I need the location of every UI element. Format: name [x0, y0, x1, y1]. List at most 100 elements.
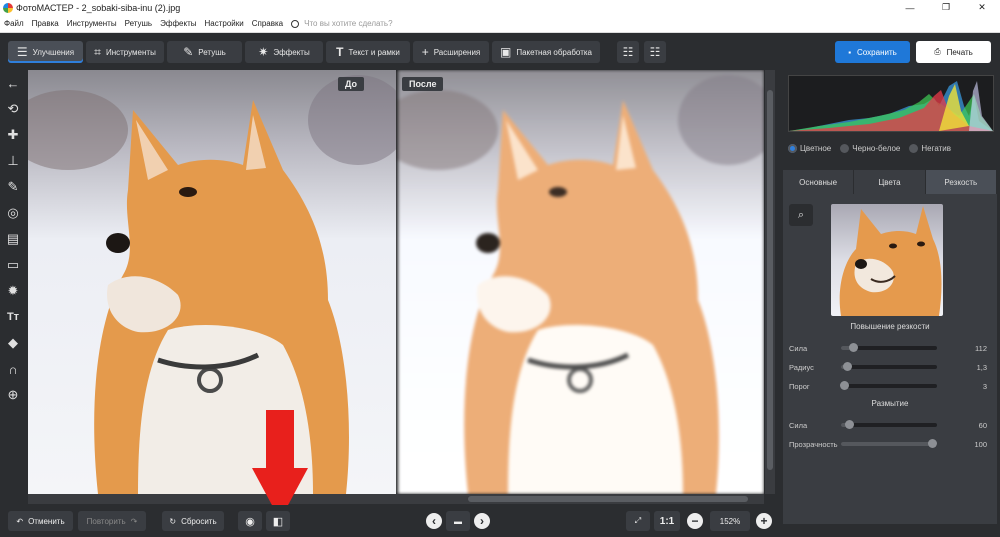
- fill-icon[interactable]: ◆: [0, 330, 26, 356]
- zoom-level[interactable]: 152%: [710, 511, 750, 531]
- reset-label: Сбросить: [181, 516, 217, 526]
- presets-remove-button[interactable]: ☷: [644, 41, 666, 63]
- bottom-bar: ↶ Отменить Повторить ↷ ↻ Сбросить ◉ ◧ ‹ …: [0, 505, 780, 537]
- tab-retouch[interactable]: ✎ Ретушь: [167, 41, 242, 63]
- mode-color[interactable]: Цветное: [788, 144, 831, 153]
- rotate-icon[interactable]: ⟲: [0, 96, 26, 122]
- back-arrow-icon[interactable]: ←: [0, 70, 26, 96]
- tab-colors[interactable]: Цвета: [854, 170, 926, 194]
- presets-add-button[interactable]: ☷: [617, 41, 639, 63]
- print-icon: ⎙: [934, 47, 941, 56]
- actual-size-button[interactable]: 1:1: [654, 511, 680, 531]
- globe-icon[interactable]: ⊕: [0, 382, 26, 408]
- reset-button[interactable]: ↻ Сбросить: [162, 511, 224, 531]
- tab-effects-label: Эффекты: [273, 47, 310, 57]
- sharpness-preview-thumbnail: [831, 204, 943, 316]
- slider-sharpen-radius[interactable]: Радиус 1,3: [789, 361, 993, 373]
- tab-effects[interactable]: ✷ Эффекты: [245, 41, 323, 63]
- slider-track[interactable]: [839, 381, 937, 390]
- save-button[interactable]: ▪ Сохранить: [835, 41, 910, 63]
- photo-canvas[interactable]: До После: [28, 70, 764, 494]
- undo-button[interactable]: ↶ Отменить: [8, 511, 73, 531]
- slider-track[interactable]: [841, 439, 938, 448]
- slider-blur-strength[interactable]: Сила 60: [789, 419, 993, 431]
- preview-toggle-button[interactable]: ⌕: [789, 204, 813, 226]
- healing-icon[interactable]: ✚: [0, 122, 26, 148]
- vertical-scrollbar[interactable]: [765, 70, 775, 494]
- compare-before-after-button[interactable]: ◧: [266, 511, 290, 531]
- menu-retouch[interactable]: Ретушь: [121, 19, 157, 28]
- main-toolbar: ☰ Улучшения ⌗ Инструменты ✎ Ретушь ✷ Эфф…: [0, 33, 1000, 70]
- previous-image-button[interactable]: ‹: [426, 513, 442, 529]
- menu-file[interactable]: Файл: [0, 19, 28, 28]
- histogram-graph: [789, 81, 993, 131]
- redo-button[interactable]: Повторить ↷: [78, 511, 146, 531]
- print-button[interactable]: ⎙ Печать: [916, 41, 991, 63]
- text-icon: T: [336, 45, 344, 59]
- slider-track[interactable]: [841, 420, 937, 429]
- slider-knob[interactable]: [844, 420, 854, 429]
- tab-basic[interactable]: Основные: [783, 170, 855, 194]
- slider-knob[interactable]: [842, 362, 852, 371]
- tab-enhancements[interactable]: ☰ Улучшения: [8, 41, 83, 63]
- stamp-icon[interactable]: ⊥: [0, 148, 26, 174]
- app-logo-icon: [3, 2, 13, 13]
- mode-bw[interactable]: Черно-белое: [840, 144, 900, 153]
- horizontal-scroll-thumb[interactable]: [468, 496, 748, 502]
- zoom-out-button[interactable]: −: [687, 513, 703, 529]
- mode-bw-label: Черно-белое: [852, 144, 901, 153]
- tab-batch-processing[interactable]: ▣ Пакетная обработка: [492, 41, 600, 63]
- slider-track[interactable]: [841, 362, 937, 371]
- compare-icon: ◧: [272, 515, 284, 528]
- radial-filter-icon[interactable]: ◎: [0, 200, 26, 226]
- slider-sharpen-threshold[interactable]: Порог 3: [789, 380, 993, 392]
- slider-knob[interactable]: [839, 381, 849, 390]
- slider-sharpen-strength[interactable]: Сила 112: [789, 342, 993, 354]
- menu-help[interactable]: Справка: [248, 19, 287, 28]
- slider-blur-opacity[interactable]: Прозрачность 100: [789, 438, 993, 450]
- menu-edit[interactable]: Правка: [28, 19, 63, 28]
- zoom-in-button[interactable]: +: [756, 513, 772, 529]
- preview-eye-button[interactable]: ◉: [238, 511, 262, 531]
- tab-text-frames-label: Текст и рамки: [348, 47, 400, 57]
- dog-photo-after: [398, 75, 764, 494]
- slider-knob[interactable]: [928, 439, 938, 448]
- text-tool-icon[interactable]: Tт: [0, 304, 26, 330]
- menu-effects[interactable]: Эффекты: [156, 19, 200, 28]
- next-image-button[interactable]: ›: [474, 513, 490, 529]
- histogram: [788, 75, 994, 132]
- light-icon[interactable]: ✹: [0, 278, 26, 304]
- vignette-icon[interactable]: ▭: [0, 252, 26, 278]
- redo-label: Повторить: [86, 516, 126, 526]
- slider-value: 100: [974, 439, 987, 449]
- tab-sharpness[interactable]: Резкость: [925, 170, 997, 194]
- sharpen-title: Повышение резкости: [850, 322, 930, 331]
- brush-tool-icon[interactable]: ✎: [0, 174, 26, 200]
- mode-negative[interactable]: Негатив: [909, 144, 951, 153]
- radio-icon: [909, 144, 919, 153]
- slider-label: Порог: [789, 381, 810, 391]
- minimize-button[interactable]: —: [892, 0, 928, 15]
- dog-photo-before: [28, 75, 396, 494]
- tab-tools-label: Инструменты: [105, 47, 156, 57]
- close-button[interactable]: ✕: [964, 0, 1000, 15]
- tab-text-frames[interactable]: T Текст и рамки: [326, 41, 410, 63]
- search-icon: [291, 19, 300, 28]
- vertical-scroll-thumb[interactable]: [767, 90, 773, 470]
- slider-knob[interactable]: [848, 343, 858, 352]
- maximize-button[interactable]: ❐: [928, 0, 964, 15]
- fit-screen-button[interactable]: ⤢: [626, 511, 650, 531]
- magnet-icon[interactable]: ∩: [0, 356, 26, 382]
- brush-icon: ✎: [183, 45, 194, 59]
- menu-tools[interactable]: Инструменты: [63, 19, 121, 28]
- open-folder-button[interactable]: ▬: [446, 511, 470, 531]
- tab-tools[interactable]: ⌗ Инструменты: [86, 41, 164, 63]
- tab-extensions[interactable]: + Расширения: [413, 41, 489, 63]
- gradient-icon[interactable]: ▤: [0, 226, 26, 252]
- menu-search[interactable]: Что вы хотите сделать?: [291, 19, 393, 28]
- tab-batch-label: Пакетная обработка: [516, 47, 592, 57]
- slider-track[interactable]: [841, 343, 937, 352]
- menu-settings[interactable]: Настройки: [200, 19, 247, 28]
- reset-icon: ↻: [169, 516, 177, 526]
- horizontal-scrollbar[interactable]: [28, 494, 764, 504]
